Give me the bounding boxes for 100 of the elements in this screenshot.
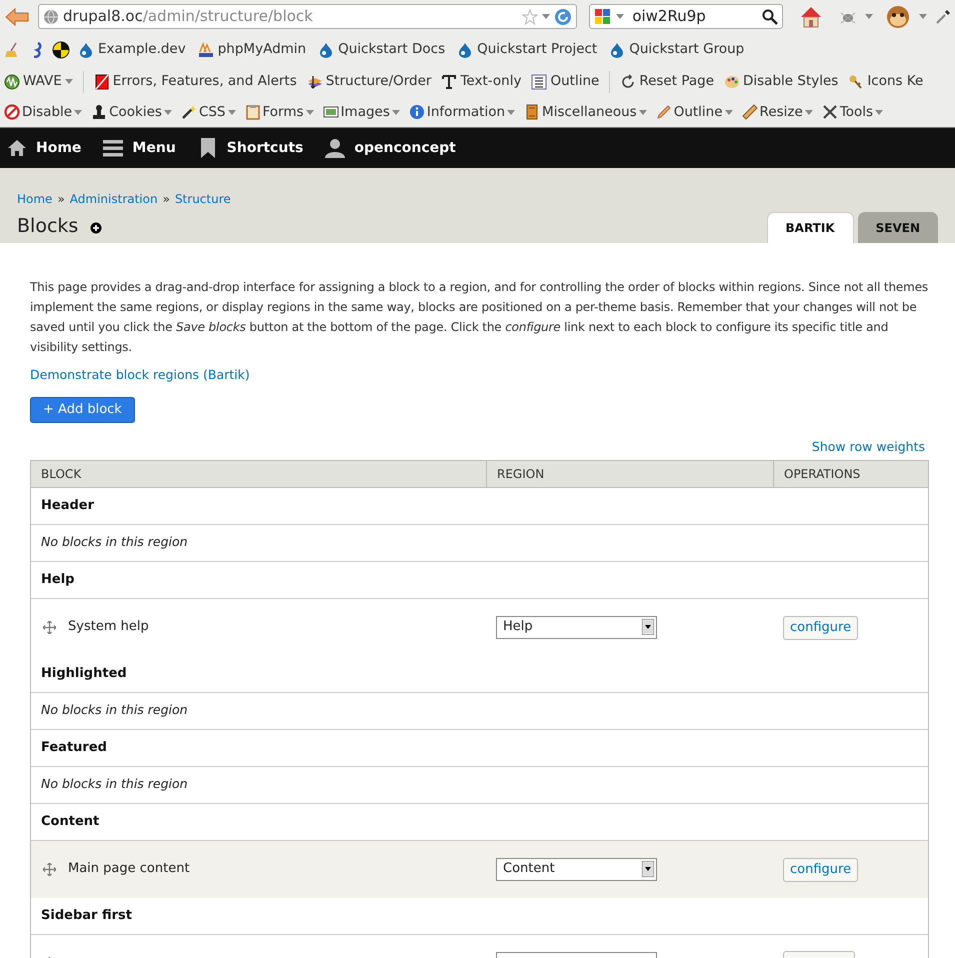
magic-wand-icon [180, 104, 197, 120]
toolbar-menu[interactable]: Outline [656, 102, 733, 122]
region-title: Featured [41, 738, 107, 757]
column-header: REGION [486, 460, 773, 486]
dropdown-caret-icon [638, 110, 647, 114]
add-shortcut-icon [90, 222, 102, 234]
block-name: System help [68, 618, 149, 636]
broom-icon [4, 42, 20, 58]
region-select[interactable]: Content [496, 858, 657, 880]
palette-icon [724, 74, 740, 90]
theme-tab[interactable]: BARTIK [766, 212, 854, 243]
key-icon [848, 74, 864, 90]
reset-icon [620, 74, 636, 90]
block-name: Main page content [68, 860, 190, 878]
dropdown-caret-icon [804, 110, 813, 114]
dropdown-caret-icon [724, 110, 733, 114]
pencil-icon [656, 104, 672, 120]
configure-button[interactable]: configure [783, 616, 858, 640]
toolbar-menu[interactable]: Cookies [91, 102, 172, 122]
toolbar-tab[interactable]: Home [7, 138, 82, 158]
pma-logo-icon [198, 42, 214, 58]
dropdown-caret-icon [642, 619, 654, 635]
region-select[interactable]: Help [496, 616, 657, 638]
drop-icon [457, 42, 474, 58]
reload-icon [554, 8, 572, 26]
dropdown-caret-icon [228, 110, 236, 114]
bookmark-link[interactable]: Example.dev [78, 39, 186, 60]
bookmark-link[interactable]: Quickstart Group [609, 39, 744, 60]
bookmark-link[interactable]: Quickstart Docs [318, 39, 446, 60]
toolbar-menu[interactable]: Images [322, 102, 400, 122]
breadcrumb-link[interactable]: Home [17, 190, 52, 208]
star-icon [522, 8, 538, 24]
home-icon [7, 138, 27, 158]
url-host: drupal8.oc [63, 7, 143, 26]
toolbar-tab[interactable]: Menu [103, 138, 176, 158]
toolbar-tab[interactable]: Shortcuts [198, 138, 304, 158]
breadcrumb-separator: » [162, 191, 170, 208]
region-title: Help [41, 570, 74, 589]
toolbar-menu[interactable]: CSS [180, 102, 236, 122]
toolbar-tab[interactable]: openconcept [325, 138, 456, 158]
show-row-weights-link[interactable]: Show row weights [812, 438, 925, 456]
no-entry-icon [4, 104, 20, 120]
globe-icon [43, 8, 59, 24]
toolbar-menu[interactable]: Forms [244, 102, 314, 122]
description-text: This page provides a drag-and-drop interface for assigning a block to a region, and for controlling the order of blocks within regions. Since not all themes implement the same regions, or display regions in the same way, blocks are positioned on a per-theme basis. Remember that your changes will not be saved until you click the Save blocks button at the bottom of the page. Click the configure link next to each block to configure its specific title and visibility settings. [30, 279, 930, 356]
info-icon [408, 104, 425, 120]
bookmark-link[interactable]: phpMyAdmin [198, 39, 306, 60]
toolbar-button[interactable]: Outline [531, 71, 600, 92]
toolbar-button[interactable]: Icons Ke [848, 71, 924, 92]
toolbar-menu[interactable]: Information [408, 102, 516, 122]
theme-tab[interactable]: SEVEN [858, 212, 938, 243]
configure-button[interactable]: configure [783, 858, 858, 882]
dropdown-caret-icon [392, 110, 400, 114]
address-bar[interactable]: drupal8.oc/admin/structure/block [38, 4, 578, 29]
drag-handle-icon [43, 862, 56, 876]
dropdown-caret-icon [64, 79, 73, 84]
wave-icon [4, 74, 20, 90]
toolbar-menu[interactable]: Miscellaneous [524, 102, 647, 122]
dropdown-caret-icon [616, 14, 624, 19]
toolbar-button[interactable]: WAVE [4, 71, 73, 92]
dropdown-caret-icon [507, 110, 516, 114]
drag-handle-icon [43, 620, 56, 634]
outline-icon [531, 74, 548, 90]
home-icon [799, 4, 823, 28]
monkey-face-icon [885, 4, 911, 28]
toolbar-button[interactable]: Text-only [441, 71, 522, 92]
back-arrow-icon [4, 6, 30, 26]
region-title: Content [41, 812, 100, 831]
clipboard-icon [244, 104, 261, 120]
bookmark-link[interactable]: Quickstart Project [457, 39, 598, 60]
dropdown-caret-icon [642, 861, 654, 877]
toolbar-menu[interactable]: Resize [742, 102, 813, 122]
toolbar-button[interactable]: Reset Page [620, 71, 714, 92]
empty-region-text: No blocks in this region [41, 775, 188, 794]
drop-icon [318, 42, 334, 58]
menu-icon [103, 138, 124, 158]
dropdown-caret-icon [542, 14, 550, 19]
search-field[interactable]: oiw2Ru9p [589, 4, 783, 29]
toolbar-button[interactable]: Structure/Order [306, 71, 432, 92]
toolbar-menu[interactable]: Disable [4, 102, 82, 122]
breadcrumb-link[interactable]: Administration [70, 190, 158, 208]
toolbar-button[interactable]: Errors, Features, and Alerts [94, 71, 297, 92]
toolbar-button[interactable]: Disable Styles [724, 71, 838, 92]
search-icon [762, 8, 778, 24]
dropdown-caret-icon [875, 110, 884, 114]
stamp-icon [91, 104, 108, 120]
region-title: Sidebar first [41, 906, 132, 925]
crash-test-icon [52, 40, 70, 58]
column-header: BLOCK [40, 466, 82, 482]
breadcrumb-link[interactable]: Structure [174, 190, 231, 208]
region-title: Highlighted [41, 664, 127, 683]
demonstrate-regions-link[interactable]: Demonstrate block regions (Bartik) [30, 366, 250, 385]
flag-icon [94, 74, 110, 90]
eyedropper-icon [935, 8, 951, 24]
add-block-button[interactable]: + Add block [30, 396, 135, 423]
toolbar-menu[interactable]: Tools [822, 102, 884, 122]
drop-icon [78, 42, 94, 58]
dropdown-caret-icon [865, 14, 873, 19]
dropdown-caret-icon [164, 110, 172, 114]
book-icon [524, 104, 540, 120]
